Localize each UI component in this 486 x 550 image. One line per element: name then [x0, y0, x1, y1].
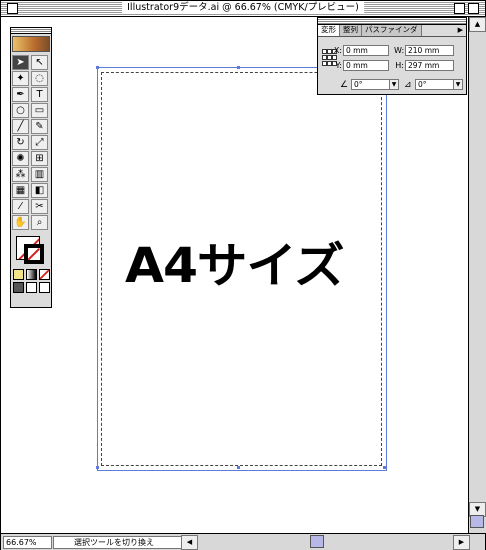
zoom-level-field[interactable]: 66.67%	[3, 536, 52, 549]
artboard-handle[interactable]	[383, 466, 386, 469]
fill-stroke-widget	[14, 234, 48, 266]
w-input[interactable]: 210 mm	[405, 45, 454, 56]
artboard-handle[interactable]	[237, 466, 240, 469]
horizontal-scroll-thumb[interactable]	[310, 535, 324, 548]
direct-selection-tool-icon[interactable]: ↖	[31, 55, 48, 70]
shear-angle-icon: ⊿	[404, 80, 412, 90]
pen-tool-icon[interactable]: ✒	[12, 87, 29, 102]
tools-palette: ➤ ↖ ✦ ◌ ✒ T ○ ▭ ╱ ✎ ↻ ⤢ ✺ ⊞ ⁂ ▥ ▦ ◧ ⁄ ✂ …	[10, 27, 52, 308]
transform-palette: 変形 整列 パスファインダ ▶ X: 0 mm W: 210 mm Y: 0 m…	[317, 17, 467, 95]
artboard-handle[interactable]	[96, 466, 99, 469]
hand-tool-icon[interactable]: ✋	[12, 215, 29, 230]
rotate-angle-value: 0°	[354, 80, 363, 89]
zoom-box[interactable]	[454, 3, 465, 14]
symbol-sprayer-icon[interactable]: ⁂	[12, 167, 29, 182]
vertical-scroll-thumb[interactable]	[470, 515, 484, 528]
status-field[interactable]: 選択ツールを切り換え	[53, 536, 198, 549]
scroll-right-arrow-icon[interactable]: ▶	[453, 535, 470, 550]
type-tool-icon[interactable]: T	[31, 87, 48, 102]
x-label: X:	[333, 46, 342, 55]
close-box[interactable]	[7, 3, 18, 14]
collapse-box[interactable]	[468, 3, 479, 14]
tool-grid: ➤ ↖ ✦ ◌ ✒ T ○ ▭ ╱ ✎ ↻ ⤢ ✺ ⊞ ⁂ ▥ ▦ ◧ ⁄ ✂ …	[11, 54, 51, 231]
shear-angle-value: 0°	[418, 80, 427, 89]
ellipse-tool-icon[interactable]: ○	[12, 103, 29, 118]
free-transform-tool-icon[interactable]: ⊞	[31, 151, 48, 166]
rectangle-tool-icon[interactable]: ▭	[31, 103, 48, 118]
none-slash-icon	[28, 248, 40, 260]
pencil-tool-icon[interactable]: ✎	[31, 119, 48, 134]
illustrator-logo[interactable]	[12, 36, 50, 52]
scale-tool-icon[interactable]: ⤢	[31, 135, 48, 150]
title-bar[interactable]: Illustrator9データ.ai @ 66.67% (CMYK/プレビュー)	[1, 1, 485, 17]
tab-align[interactable]: 整列	[340, 25, 362, 36]
rotate-angle-icon: ∠	[340, 80, 349, 90]
artboard-handle[interactable]	[237, 66, 240, 69]
standard-screen-mode-icon[interactable]	[12, 282, 24, 293]
full-screen-mode-icon[interactable]	[38, 282, 50, 293]
full-screen-menu-mode-icon[interactable]	[25, 282, 37, 293]
paintbrush-tool-icon[interactable]: ╱	[12, 119, 29, 134]
tab-pathfinder[interactable]: パスファインダ	[362, 25, 422, 36]
y-input[interactable]: 0 mm	[343, 60, 389, 71]
screen-mode-buttons	[11, 282, 51, 293]
selection-tool-icon[interactable]: ➤	[12, 55, 29, 70]
window-title: Illustrator9データ.ai @ 66.67% (CMYK/プレビュー)	[122, 2, 364, 14]
graph-tool-icon[interactable]: ▥	[31, 167, 48, 182]
color-mode-buttons	[11, 269, 51, 280]
h-input[interactable]: 297 mm	[405, 60, 454, 71]
y-label: Y:	[335, 61, 342, 70]
rotate-tool-icon[interactable]: ↻	[12, 135, 29, 150]
scroll-left-arrow-icon[interactable]: ◀	[181, 535, 198, 550]
w-label: W:	[394, 46, 405, 55]
chevron-down-icon[interactable]: ▼	[453, 80, 462, 89]
artboard-handle[interactable]	[96, 66, 99, 69]
none-button[interactable]	[38, 269, 50, 280]
x-input[interactable]: 0 mm	[343, 45, 389, 56]
h-label: H:	[395, 61, 404, 70]
magic-wand-icon[interactable]: ✦	[12, 71, 29, 86]
shear-angle-select[interactable]: 0° ▼	[415, 79, 463, 90]
gradient-button[interactable]	[25, 269, 37, 280]
warp-tool-icon[interactable]: ✺	[12, 151, 29, 166]
stroke-swatch[interactable]	[24, 244, 44, 264]
rotate-angle-select[interactable]: 0° ▼	[351, 79, 399, 90]
headline-text[interactable]: A4サイズ	[125, 240, 345, 292]
scroll-up-arrow-icon[interactable]: ▲	[469, 17, 486, 32]
tab-transform[interactable]: 変形	[318, 25, 340, 36]
status-bar: 66.67% 選択ツールを切り換え ◀ ▶	[1, 533, 485, 550]
color-button[interactable]	[12, 269, 24, 280]
palette-titlebar[interactable]	[318, 18, 466, 25]
chevron-down-icon[interactable]: ▼	[389, 80, 398, 89]
palette-menu-arrow-icon[interactable]: ▶	[455, 25, 466, 36]
mesh-tool-icon[interactable]: ▦	[12, 183, 29, 198]
gradient-tool-icon[interactable]: ◧	[31, 183, 48, 198]
eyedropper-tool-icon[interactable]: ⁄	[12, 199, 29, 214]
zoom-tool-icon[interactable]: ⌕	[31, 215, 48, 230]
tools-palette-titlebar[interactable]	[11, 28, 51, 34]
scissors-tool-icon[interactable]: ✂	[31, 199, 48, 214]
palette-tabs: 変形 整列 パスファインダ ▶	[318, 25, 466, 37]
lasso-tool-icon[interactable]: ◌	[31, 71, 48, 86]
vertical-scrollbar[interactable]: ▲ ▼	[468, 17, 486, 533]
